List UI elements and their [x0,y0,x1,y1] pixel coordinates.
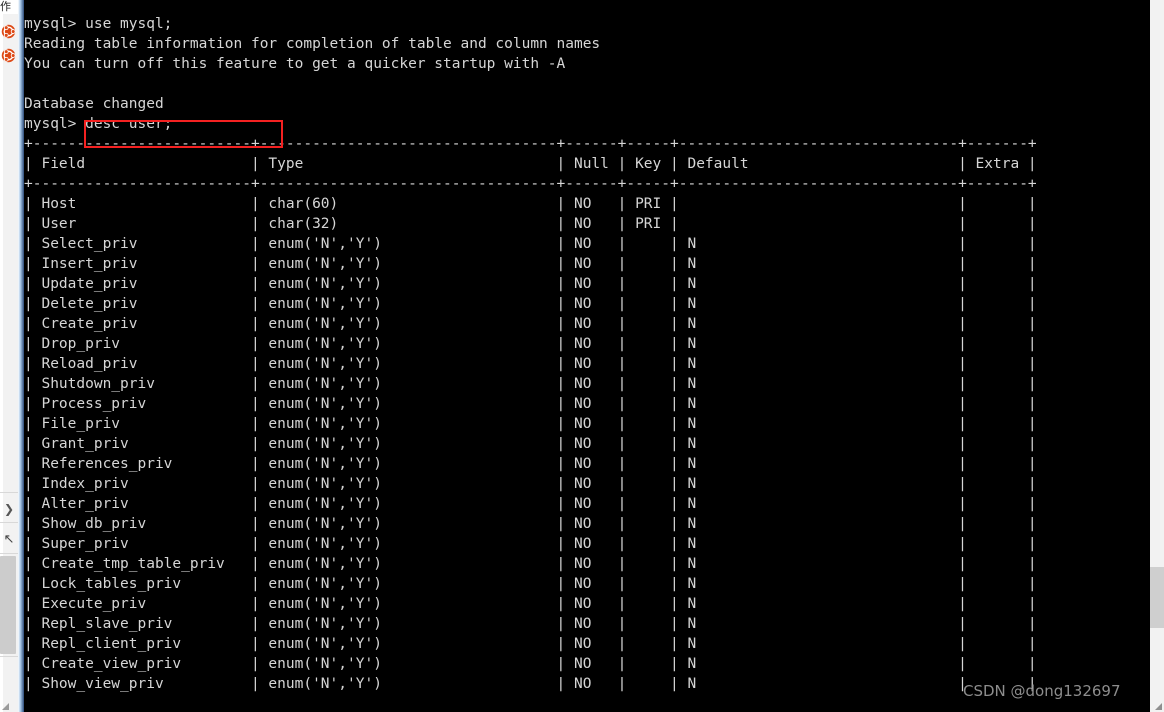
terminal-line: | Field | Type | Null | Key | Default | … [24,156,1037,172]
terminal-line: | Create_priv | enum('N','Y') | NO | | N… [24,316,1037,332]
terminal-line: mysql> use mysql; [24,16,173,32]
terminal-line: | Create_view_priv | enum('N','Y') | NO … [24,656,1037,672]
terminal-line: | Show_db_priv | enum('N','Y') | NO | | … [24,516,1037,532]
terminal-window[interactable]: mysql> use mysql; Reading table informati… [24,0,1150,712]
terminal-line: | Host | char(60) | NO | PRI | | | [24,196,1037,212]
left-gutter: 作 ❯ ↖ [0,0,18,712]
resize-grip-icon[interactable] [2,703,9,710]
chevron-right-icon[interactable]: ❯ [0,498,18,520]
terminal-line: | Process_priv | enum('N','Y') | NO | | … [24,396,1037,412]
gutter-separator [0,492,18,493]
terminal-line: mysql> desc user; [24,116,173,132]
terminal-line: | Lock_tables_priv | enum('N','Y') | NO … [24,576,1037,592]
terminal-line: | Repl_client_priv | enum('N','Y') | NO … [24,636,1037,652]
page-scrollbar-thumb[interactable] [1150,567,1164,628]
terminal-line: | Insert_priv | enum('N','Y') | NO | | N… [24,256,1037,272]
ubuntu-logo-icon[interactable] [1,24,16,39]
terminal-output: mysql> use mysql; Reading table informati… [24,14,1037,694]
terminal-line: | Grant_priv | enum('N','Y') | NO | | N … [24,436,1037,452]
gutter-separator [0,553,18,554]
terminal-line: | User | char(32) | NO | PRI | | | [24,216,1037,232]
terminal-line: Database changed [24,96,164,112]
terminal-line: You can turn off this feature to get a q… [24,56,566,72]
terminal-line: | Create_tmp_table_priv | enum('N','Y') … [24,556,1037,572]
gutter-title-label: 作 [0,0,18,14]
terminal-line: | Repl_slave_priv | enum('N','Y') | NO |… [24,616,1037,632]
terminal-line: +-------------------------+-------------… [24,136,1037,152]
screen: 作 ❯ ↖ mysql> use mysql; Reading table in… [0,0,1164,712]
terminal-line: | Update_priv | enum('N','Y') | NO | | N… [24,276,1037,292]
terminal-line: | Shutdown_priv | enum('N','Y') | NO | |… [24,376,1037,392]
terminal-line: | Index_priv | enum('N','Y') | NO | | N … [24,476,1037,492]
gutter-scrollbar-thumb[interactable] [0,556,16,654]
terminal-line: | File_priv | enum('N','Y') | NO | | N |… [24,416,1037,432]
terminal-line: | Super_priv | enum('N','Y') | NO | | N … [24,536,1037,552]
ubuntu-logo-icon[interactable] [1,48,16,63]
terminal-line: | References_priv | enum('N','Y') | NO |… [24,456,1037,472]
terminal-line: | Select_priv | enum('N','Y') | NO | | N… [24,236,1037,252]
cursor-arrow-icon[interactable]: ↖ [0,529,18,551]
watermark-label: CSDN @dong132697 [963,682,1121,700]
terminal-line: | Drop_priv | enum('N','Y') | NO | | N |… [24,336,1037,352]
terminal-line: +-------------------------+-------------… [24,176,1037,192]
resize-grip-icon[interactable] [1155,703,1162,710]
terminal-line: | Delete_priv | enum('N','Y') | NO | | N… [24,296,1037,312]
terminal-line: | Alter_priv | enum('N','Y') | NO | | N … [24,496,1037,512]
gutter-separator [0,522,18,523]
gutter-separator [0,656,18,657]
terminal-line: | Reload_priv | enum('N','Y') | NO | | N… [24,356,1037,372]
terminal-line: | Execute_priv | enum('N','Y') | NO | | … [24,596,1037,612]
terminal-line: | Show_view_priv | enum('N','Y') | NO | … [24,676,1037,692]
terminal-line: Reading table information for completion… [24,36,601,52]
